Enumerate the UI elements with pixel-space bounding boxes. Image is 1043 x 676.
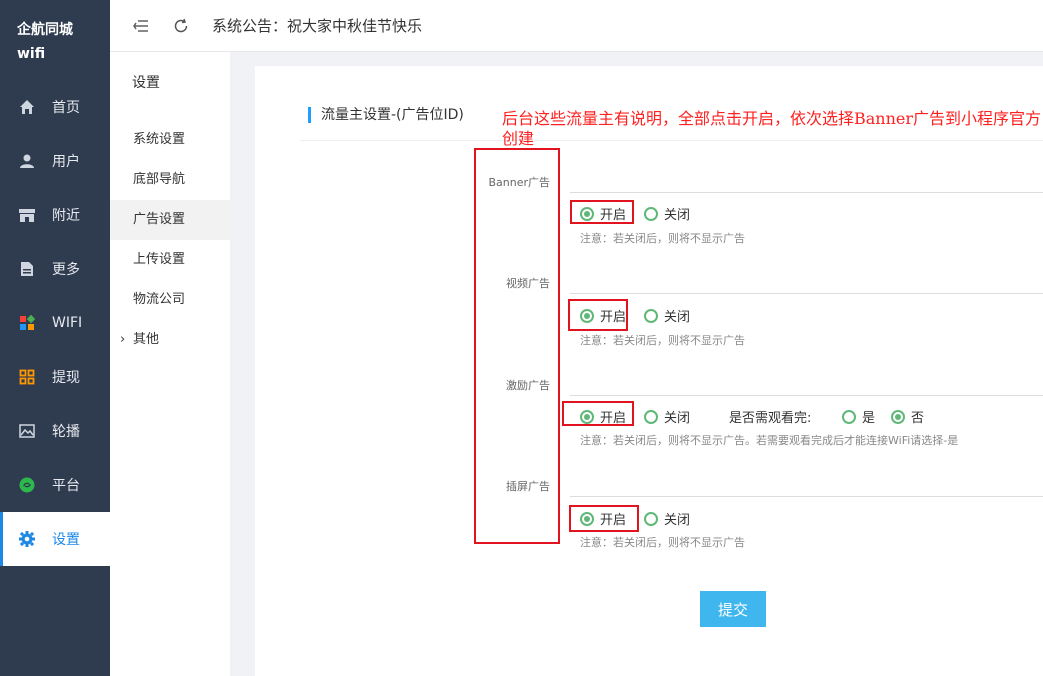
nav-label: 平台 (52, 478, 80, 494)
nav-item-nearby[interactable]: 附近 (0, 188, 110, 242)
main-sidebar: 企航同城 wifi 首页 用户 附近 更多 WIFI 提现 轮播 平台 设置 (0, 0, 110, 676)
video-id-input[interactable] (570, 293, 1043, 294)
system-notice: 系统公告：祝大家中秋佳节快乐 (212, 17, 423, 35)
nav-item-wifi[interactable]: WIFI (0, 296, 110, 350)
banner-id-input[interactable] (570, 192, 1043, 193)
incentive-radio-off[interactable]: 关闭 (644, 407, 690, 426)
radio-label: 关闭 (664, 208, 691, 223)
nav-item-home[interactable]: 首页 (0, 80, 110, 134)
annotation-box-labels (474, 148, 560, 544)
grid-icon (18, 368, 36, 386)
subnav-item-system[interactable]: 系统设置 (110, 120, 230, 160)
annotation-box-interstitial-on (569, 505, 639, 532)
nav-item-more[interactable]: 更多 (0, 242, 110, 296)
home-icon (18, 98, 36, 116)
radio-dot (891, 409, 905, 424)
subnav-item-upload[interactable]: 上传设置 (110, 240, 230, 280)
nav-label: 轮播 (52, 424, 80, 440)
nav-label: 附近 (52, 208, 80, 224)
refresh-icon[interactable] (172, 17, 190, 35)
brand-title: 企航同城 wifi (17, 22, 73, 62)
settings-subnav: 设置 系统设置 底部导航 广告设置 上传设置 物流公司 › 其他 (110, 52, 230, 676)
radio-dot (644, 511, 658, 526)
banner-hint: 注意：若关闭后，则将不显示广告 (580, 232, 745, 245)
nav-item-users[interactable]: 用户 (0, 134, 110, 188)
subnav-label: 其他 (133, 332, 160, 347)
radio-label: 是 (862, 411, 876, 426)
gear-icon (18, 530, 36, 548)
nav-label: 首页 (52, 100, 80, 116)
nav-item-settings[interactable]: 设置 (0, 512, 110, 566)
image-icon (18, 422, 36, 440)
nav-label: 提现 (52, 370, 80, 386)
radio-label: 否 (911, 411, 925, 426)
incentive-hint: 注意：若关闭后，则将不显示广告。若需要观看完成后才能连接WiFi请选择-是 (580, 434, 959, 447)
interstitial-radio-off[interactable]: 关闭 (644, 509, 690, 528)
submit-button[interactable]: 提交 (700, 591, 766, 627)
nav-item-carousel[interactable]: 轮播 (0, 404, 110, 458)
radio-label: 关闭 (664, 513, 691, 528)
must-watch-radio-no[interactable]: 否 (891, 407, 924, 426)
radio-dot (644, 308, 658, 323)
main-nav-list: 首页 用户 附近 更多 WIFI 提现 轮播 平台 设置 (0, 80, 110, 566)
radio-dot (644, 409, 658, 424)
document-icon (18, 260, 36, 278)
radio-label: 关闭 (664, 411, 691, 426)
top-bar: 系统公告：祝大家中秋佳节快乐 (110, 0, 1043, 52)
incentive-id-input[interactable] (570, 395, 1043, 396)
annotation-box-video-on (568, 299, 628, 331)
nav-item-withdraw[interactable]: 提现 (0, 350, 110, 404)
video-radio-off[interactable]: 关闭 (644, 306, 690, 325)
ad-settings-card: 流量主设置-(广告位ID) Banner广告 开启 关闭 注意：若关闭后，则将不… (255, 66, 1043, 676)
nav-label: 设置 (52, 532, 80, 548)
radio-dot (644, 206, 658, 221)
annotation-box-banner-on (570, 200, 634, 224)
subnav-item-logistics[interactable]: 物流公司 (110, 280, 230, 320)
apps-icon (18, 314, 36, 332)
nav-label: 用户 (52, 154, 80, 170)
nav-label: WIFI (52, 315, 83, 331)
subnav-item-ad-settings[interactable]: 广告设置 (110, 200, 230, 240)
interstitial-id-input[interactable] (570, 496, 1043, 497)
subnav-item-bottom-nav[interactable]: 底部导航 (110, 160, 230, 200)
video-hint: 注意：若关闭后，则将不显示广告 (580, 334, 745, 347)
must-watch-label: 是否需观看完: (729, 411, 812, 426)
nav-item-platform[interactable]: 平台 (0, 458, 110, 512)
annotation-text: 后台这些流量主有说明，全部点击开启，依次选择Banner广告到小程序官方创建 (502, 109, 1042, 148)
section-title: 流量主设置-(广告位ID) (308, 107, 464, 123)
collapse-menu-icon[interactable] (132, 17, 150, 35)
interstitial-hint: 注意：若关闭后，则将不显示广告 (580, 536, 745, 549)
annotation-box-incentive-on (562, 401, 634, 426)
subnav-item-other[interactable]: › 其他 (110, 320, 230, 360)
subnav-title: 设置 (132, 75, 160, 91)
chevron-right-icon: › (120, 332, 126, 347)
user-icon (18, 152, 36, 170)
store-icon (18, 206, 36, 224)
banner-radio-off[interactable]: 关闭 (644, 204, 690, 223)
wechat-icon (18, 476, 36, 494)
radio-dot (842, 409, 856, 424)
nav-label: 更多 (52, 262, 80, 278)
radio-label: 关闭 (664, 310, 691, 325)
must-watch-radio-yes[interactable]: 是 (842, 407, 875, 426)
